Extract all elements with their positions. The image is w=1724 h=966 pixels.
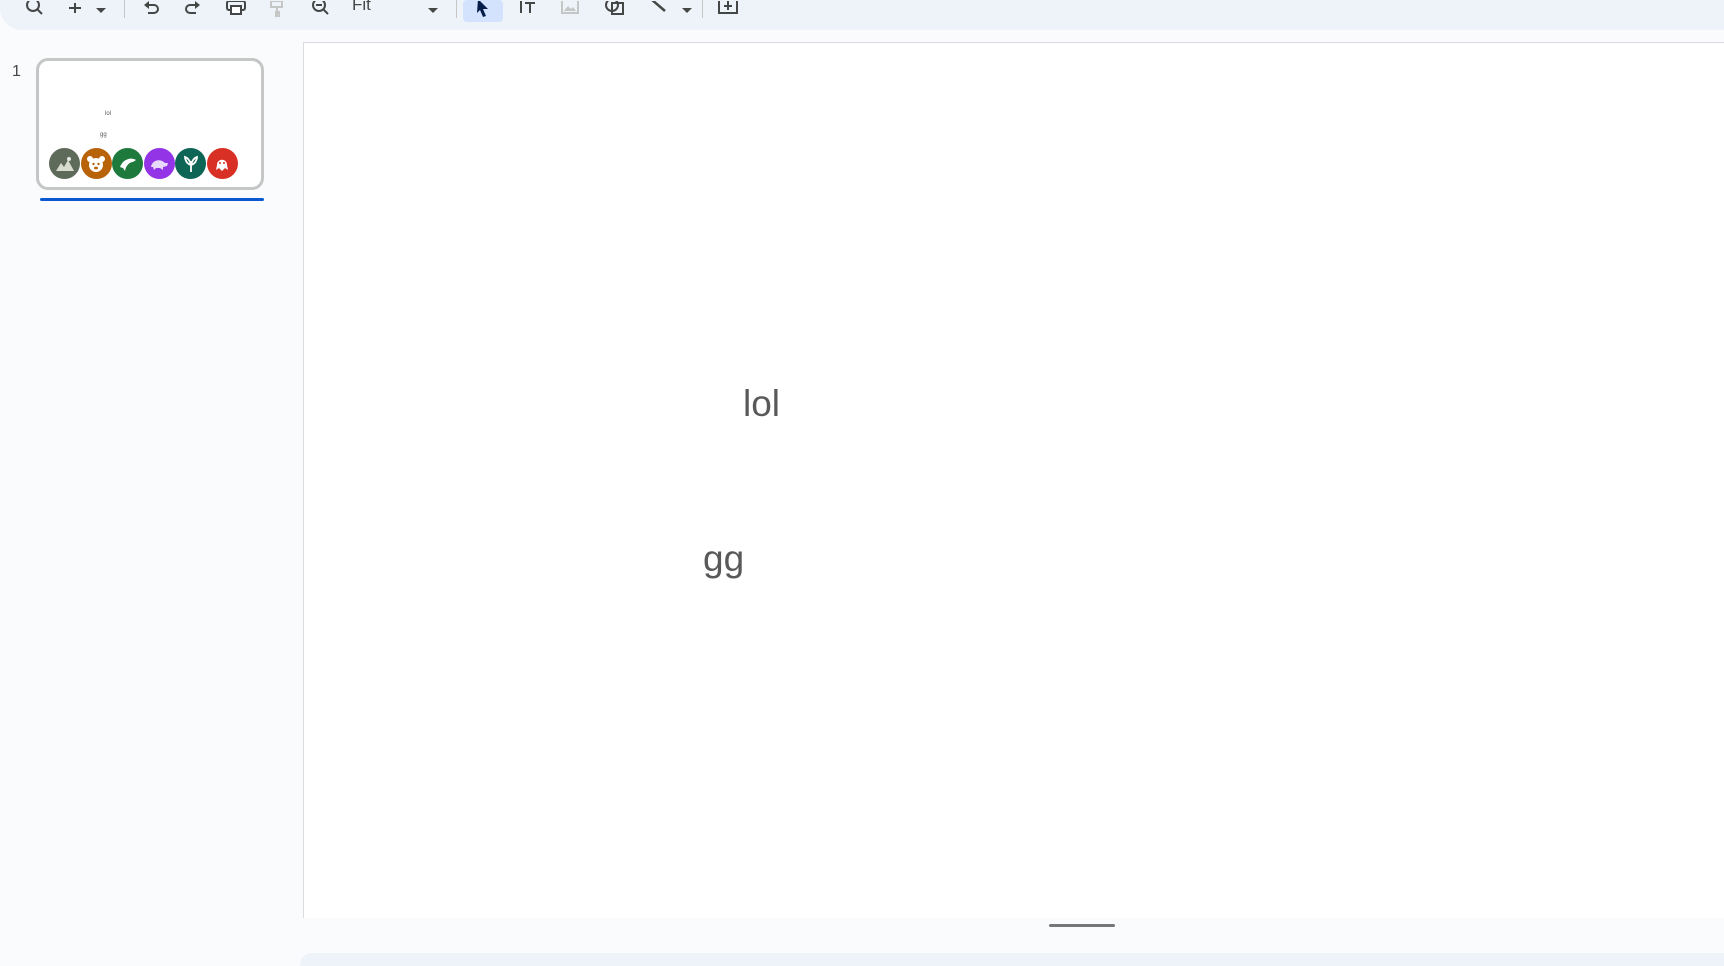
- paint-format-icon[interactable]: [268, 0, 288, 22]
- text-box-icon[interactable]: [516, 0, 540, 22]
- zoom-icon[interactable]: [310, 0, 332, 22]
- plant-icon: [175, 148, 206, 179]
- tortoise-icon: [143, 148, 175, 179]
- thumbnail-icon-row: [49, 148, 238, 179]
- toolbar: Fit: [0, 0, 1724, 30]
- undo-icon[interactable]: [140, 0, 162, 22]
- dolphin-icon: [112, 148, 143, 179]
- line-icon[interactable]: [648, 0, 670, 22]
- search-menus-icon[interactable]: [24, 0, 46, 22]
- thumbnail-text-gg: gg: [100, 132, 107, 138]
- photo-thumb-icon: [49, 148, 80, 179]
- slide-thumbnail[interactable]: lol gg: [36, 58, 264, 190]
- line-dropdown-arrow-icon[interactable]: [680, 0, 694, 22]
- new-slide-dropdown-arrow-icon[interactable]: [94, 0, 108, 22]
- thumbnail-text-lol: lol: [105, 111, 112, 117]
- redo-icon[interactable]: [182, 0, 204, 22]
- comment-add-icon[interactable]: [716, 0, 740, 22]
- speaker-notes-resize-handle[interactable]: [1049, 924, 1115, 927]
- slide-number: 1: [12, 63, 21, 80]
- selected-slide-indicator: [40, 198, 264, 201]
- octopus-icon: [206, 148, 238, 179]
- speaker-notes-panel[interactable]: [300, 953, 1724, 966]
- print-icon[interactable]: [224, 0, 248, 22]
- new-slide-plus-icon[interactable]: [66, 0, 84, 22]
- select-cursor-icon[interactable]: [463, 0, 503, 22]
- zoom-select-value[interactable]: Fit: [352, 0, 371, 15]
- zoom-dropdown-arrow-icon[interactable]: [426, 0, 440, 22]
- slide-text-box-gg[interactable]: gg: [703, 538, 744, 580]
- image-icon[interactable]: [558, 0, 582, 22]
- bear-icon: [80, 148, 112, 179]
- shape-icon[interactable]: [602, 0, 628, 22]
- slide-text-box-lol[interactable]: lol: [743, 383, 780, 425]
- slide-canvas[interactable]: [303, 42, 1724, 918]
